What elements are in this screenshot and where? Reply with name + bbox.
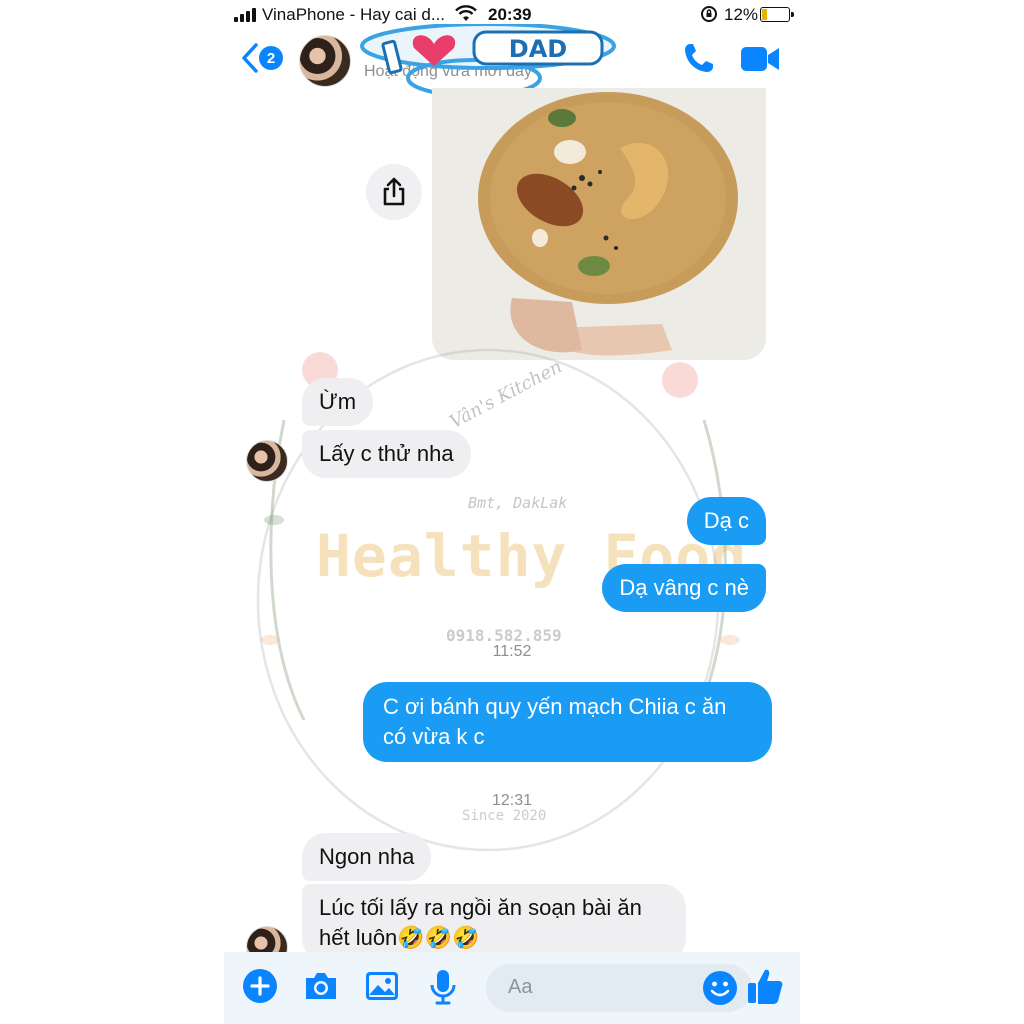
plus-icon[interactable] xyxy=(242,968,278,1009)
back-chevron-icon[interactable] xyxy=(240,42,260,79)
camera-icon[interactable] xyxy=(302,968,340,1009)
timestamp: 11:52 xyxy=(492,643,532,660)
video-icon[interactable] xyxy=(739,44,781,79)
phone-icon[interactable] xyxy=(681,40,717,81)
avatar[interactable] xyxy=(299,35,351,87)
message-bubble-outgoing[interactable]: C ơi bánh quy yến mạch Chiia c ăn có vừa… xyxy=(363,682,772,762)
messenger-screen: VinaPhone - Hay cai d... 20:39 12% 2 Hoạ… xyxy=(224,0,800,1024)
message-composer: Aa xyxy=(224,952,800,1024)
message-line: hết luôn🤣🤣🤣 xyxy=(319,925,480,950)
message-bubble-outgoing[interactable]: Dạ vâng c nè xyxy=(602,564,766,612)
image-icon[interactable] xyxy=(364,968,400,1009)
orientation-lock-icon xyxy=(700,5,718,28)
watermark-location: Bmt, DakLak xyxy=(468,494,568,512)
message-bubble-incoming[interactable]: Ừm xyxy=(302,378,374,426)
thumbs-up-icon[interactable] xyxy=(746,966,784,1011)
message-line: Lúc tối lấy ra ngồi ăn soạn bài ăn xyxy=(319,895,642,920)
message-line: có vừa k c xyxy=(383,724,485,749)
avatar[interactable] xyxy=(246,440,288,482)
share-icon xyxy=(383,177,405,206)
carrier-name: VinaPhone - Hay cai d... xyxy=(262,5,446,24)
unread-count-badge[interactable]: 2 xyxy=(259,46,283,70)
message-input-placeholder: Aa xyxy=(508,976,533,998)
watermark-since: Since 2020 xyxy=(462,808,547,824)
message-line: C ơi bánh quy yến mạch Chiia c ăn xyxy=(383,694,727,719)
emoji-icon[interactable] xyxy=(702,970,738,1011)
message-bubble-incoming[interactable]: Lúc tối lấy ra ngồi ăn soạn bài ăn hết l… xyxy=(302,884,686,962)
shared-photo[interactable] xyxy=(432,88,766,360)
watermark-signature: Vân's Kitchen xyxy=(446,356,566,433)
chat-header: 2 Hoạt động vừa mới đây DAD xyxy=(224,24,800,98)
battery-icon xyxy=(760,7,794,22)
battery-percentage: 12% xyxy=(724,5,759,24)
timestamp: 12:31 xyxy=(491,792,533,809)
message-input[interactable]: Aa xyxy=(486,964,752,1012)
message-bubble-incoming[interactable]: Lấy c thử nha xyxy=(302,430,471,478)
status-time: 20:39 xyxy=(488,5,532,24)
share-button[interactable] xyxy=(366,164,422,220)
microphone-icon[interactable] xyxy=(428,968,458,1011)
sticker-text: DAD xyxy=(509,35,567,63)
message-bubble-outgoing[interactable]: Dạ c xyxy=(686,497,766,545)
message-bubble-incoming[interactable]: Ngon nha xyxy=(302,833,432,881)
